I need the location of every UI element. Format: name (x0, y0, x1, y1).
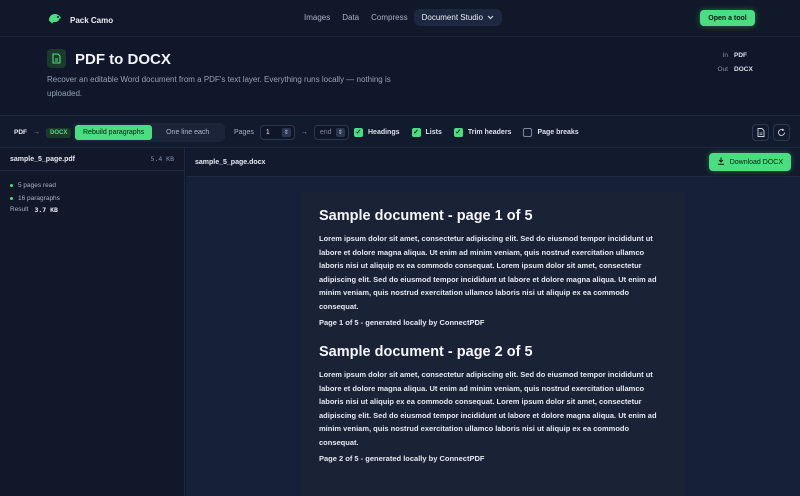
trim-headers-checkbox[interactable]: ✓ Trim headers (453, 128, 512, 137)
checkbox-checked-icon: ✓ (354, 128, 363, 137)
page-breaks-label: Page breaks (537, 129, 579, 136)
arrow-right-icon: → (33, 129, 40, 136)
nav-item-images[interactable]: Images (298, 9, 336, 26)
document-page: Sample document - page 2 of 5 Lorem ipsu… (319, 344, 667, 463)
checkbox-checked-icon: ✓ (411, 128, 421, 137)
result-value: 3.7 KB (34, 206, 58, 214)
conversion-path: PDF → DOCX (14, 116, 72, 149)
output-file-name: sample_5_page.docx (195, 158, 266, 166)
input-format-value: PDF (734, 52, 747, 59)
from-format: PDF (14, 129, 27, 136)
open-a-tool-button[interactable]: Open a tool (700, 10, 755, 26)
document-icon (47, 49, 66, 68)
document-page-footer: Page 2 of 5 - generated locally by Conne… (319, 454, 485, 463)
page-description: Recover an editable Word document from a… (47, 75, 391, 98)
pages-label: Pages (234, 129, 254, 136)
stat-pages-read: 5 pages read (10, 179, 174, 192)
lists-checkbox[interactable]: ✓ Lists (411, 128, 442, 137)
page-title: PDF to DOCX (75, 51, 171, 68)
stat-paragraphs: 16 paragraphs (10, 192, 174, 205)
mode-rebuild-paragraphs[interactable]: Rebuild paragraphs (75, 125, 153, 140)
brand-name: Pack Camo (70, 15, 114, 25)
download-docx-label: Download DOCX (729, 158, 783, 166)
checkbox-unchecked-icon (523, 128, 533, 137)
chevron-down-icon (487, 13, 494, 22)
to-format-badge: DOCX (46, 127, 72, 138)
page-end-input[interactable]: end ⇕ (313, 125, 349, 140)
page-end-placeholder: end (319, 129, 332, 136)
input-file-panel: sample_5_page.pdf 5.4 KB 5 pages read 16… (0, 148, 185, 496)
status-dot-icon (10, 197, 13, 200)
headings-label: Headings (368, 129, 400, 136)
mode-segmented-control: Rebuild paragraphs One line each (73, 123, 226, 142)
stepper-icon[interactable]: ⇕ (281, 128, 291, 137)
document-heading: Sample document - page 1 of 5 (319, 208, 533, 224)
output-format-label: Out (717, 66, 728, 73)
conversion-toolbar: PDF → DOCX Rebuild paragraphs One line e… (0, 115, 800, 148)
format-summary: In PDF Out DOCX (714, 49, 754, 77)
main-nav: Images Data Compress Document Studio (298, 9, 502, 26)
mode-one-line-each[interactable]: One line each (152, 125, 223, 140)
chameleon-logo-icon (48, 11, 62, 29)
mode-selector: Rebuild paragraphs One line each (73, 116, 226, 149)
headings-checkbox[interactable]: ✓ Headings (354, 128, 400, 137)
file-icon (757, 124, 765, 142)
stat-paragraphs-text: 16 paragraphs (18, 195, 60, 202)
nav-item-document-studio[interactable]: Document Studio (413, 9, 502, 26)
output-format-value: DOCX (734, 66, 753, 73)
page-range: Pages 1 ⇕ → end ⇕ (234, 116, 349, 149)
download-icon (717, 157, 725, 167)
nav-item-data[interactable]: Data (336, 9, 365, 26)
checkbox-checked-icon: ✓ (453, 128, 463, 137)
nav-item-compress[interactable]: Compress (365, 9, 413, 26)
brand[interactable]: Pack Camo (48, 11, 113, 29)
document-page-footer: Page 1 of 5 - generated locally by Conne… (319, 318, 485, 327)
document-page: Sample document - page 1 of 5 Lorem ipsu… (319, 208, 667, 327)
page-start-value: 1 (265, 129, 270, 136)
reset-button[interactable] (773, 124, 790, 141)
document-heading: Sample document - page 2 of 5 (319, 344, 533, 360)
result-label: Result (10, 206, 29, 213)
nav-item-document-studio-label: Document Studio (421, 13, 483, 22)
conversion-options: ✓ Headings ✓ Lists ✓ Trim headers Page b… (354, 116, 579, 149)
download-docx-button[interactable]: Download DOCX (708, 153, 791, 171)
input-file-stats: 5 pages read 16 paragraphs Result 3.7 KB (0, 171, 184, 222)
document-paragraph: Lorem ipsum dolor sit amet, consectetur … (319, 370, 657, 447)
page-breaks-checkbox[interactable]: Page breaks (523, 128, 579, 137)
output-preview-panel: sample_5_page.docx Download DOCX Sample … (186, 148, 800, 496)
status-dot-icon (10, 184, 13, 187)
document-preview: Sample document - page 1 of 5 Lorem ipsu… (301, 192, 685, 496)
document-paragraph: Lorem ipsum dolor sit amet, consectetur … (319, 234, 657, 311)
result-size: Result 3.7 KB (10, 206, 174, 214)
reset-icon (777, 124, 786, 142)
input-file-header: sample_5_page.pdf 5.4 KB (0, 148, 184, 171)
top-navigation-bar: Pack Camo Images Data Compress Document … (0, 0, 800, 37)
page-start-input[interactable]: 1 ⇕ (259, 125, 295, 140)
input-format-label: In (722, 52, 728, 59)
lists-label: Lists (425, 129, 442, 136)
output-file-header: sample_5_page.docx Download DOCX (186, 148, 800, 177)
range-arrow-icon: → (300, 129, 308, 136)
stat-pages-read-text: 5 pages read (18, 182, 56, 189)
file-icon-button[interactable] (752, 124, 769, 141)
input-file-size: 5.4 KB (150, 155, 174, 163)
trim-headers-label: Trim headers (467, 129, 512, 136)
input-file-name: sample_5_page.pdf (10, 155, 75, 163)
stepper-icon[interactable]: ⇕ (335, 128, 345, 137)
